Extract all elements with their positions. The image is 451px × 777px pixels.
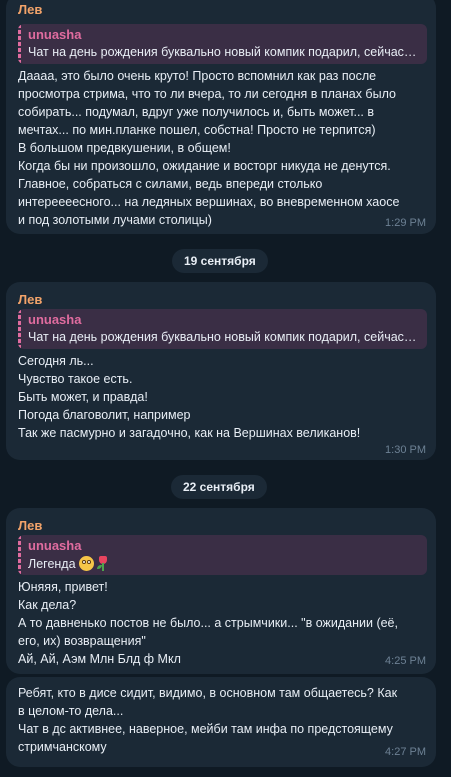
message-line: его, их) возвращения" [18,634,146,648]
reply-accent-bar [18,309,21,349]
message-time: 1:30 PM [385,444,426,456]
message-line: Погода благоволит, например [18,408,191,422]
message-line: Так же пасмурно и загадочно, как на Верш… [18,426,361,440]
message-line: Юняяя, привет! [18,580,108,594]
flushed-face-emoji-icon [78,556,94,571]
message-line: Быть может, и правда! [18,390,148,404]
chat-history: Лев unuasha Чат на день рождения букваль… [0,0,451,777]
reply-quote[interactable]: unuasha Легенда [18,535,427,575]
message-text: Ребят, кто в дисе сидит, видимо, в основ… [18,684,428,756]
message-line: А то давненько постов не было... а стрым… [18,616,398,630]
sender-name[interactable]: Лев [18,518,42,533]
reply-quote[interactable]: unuasha Чат на день рождения буквально н… [18,309,427,349]
message-line: мечтах... по мин.планке пошел, собстна! … [18,123,376,137]
sender-name[interactable]: Лев [18,292,42,307]
message-line: стримчанскому [18,740,107,754]
reply-text: Чат на день рождения буквально новый ком… [28,45,418,59]
date-separator: 22 сентября [171,475,267,499]
message-line: Сегодня ль... [18,354,94,368]
message-bubble[interactable]: Ребят, кто в дисе сидит, видимо, в основ… [6,677,436,767]
message-text: Даааа, это было очень круто! Просто вспо… [18,67,428,229]
message-line: интереееесного... на ледяных вершинах, в… [18,195,400,209]
message-text: Юняяя, привет! Как дела? А то давненько … [18,578,428,668]
reply-text-content: Легенда [28,557,76,571]
message-text: Сегодня ль... Чувство такое есть. Быть м… [18,352,428,442]
message-line: Ребят, кто в дисе сидит, видимо, в основ… [18,686,398,700]
message-line: Ай, Ай, Аэм Млн Блд ф Мкл [18,652,181,666]
reply-author: unuasha [28,312,82,327]
reply-quote[interactable]: unuasha Чат на день рождения буквально н… [18,24,427,64]
message-line: собирать... подумал, вдруг уже получилос… [18,105,375,119]
message-bubble[interactable]: Лев unuasha Чат на день рождения букваль… [6,0,436,234]
sender-name[interactable]: Лев [18,2,42,17]
message-time: 1:29 PM [385,217,426,229]
message-line: в целом-то дела... [18,704,124,718]
message-line: и под золотыми лучами столицы) [18,213,212,227]
reply-text: Чат на день рождения буквально новый ком… [28,330,418,344]
message-line: Чувство такое есть. [18,372,133,386]
message-line: Даааа, это было очень круто! Просто вспо… [18,69,377,83]
message-line: просмотра стрима, что то ли вчера, то ли… [18,87,396,101]
message-line: Главное, собраться с силами, ведь вперед… [18,177,323,191]
message-bubble[interactable]: Лев unuasha Легенда Юняяя, привет! Как д… [6,508,436,674]
reply-author: unuasha [28,538,82,553]
reply-accent-bar [18,535,21,575]
message-time: 4:25 PM [385,655,426,667]
message-line: В большом предвкушении, в общем! [18,141,231,155]
date-separator: 19 сентября [172,249,268,273]
message-bubble[interactable]: Лев unuasha Чат на день рождения букваль… [6,282,436,460]
reply-author: unuasha [28,27,82,42]
reply-text: Легенда [28,556,418,571]
tulip-emoji-icon [96,556,109,571]
message-line: Когда бы ни произошло, ожидание и востор… [18,159,391,173]
message-line: Как дела? [18,598,77,612]
message-time: 4:27 PM [385,746,426,758]
reply-accent-bar [18,24,21,64]
message-line: Чат в дс активнее, наверное, мейби там и… [18,722,393,736]
